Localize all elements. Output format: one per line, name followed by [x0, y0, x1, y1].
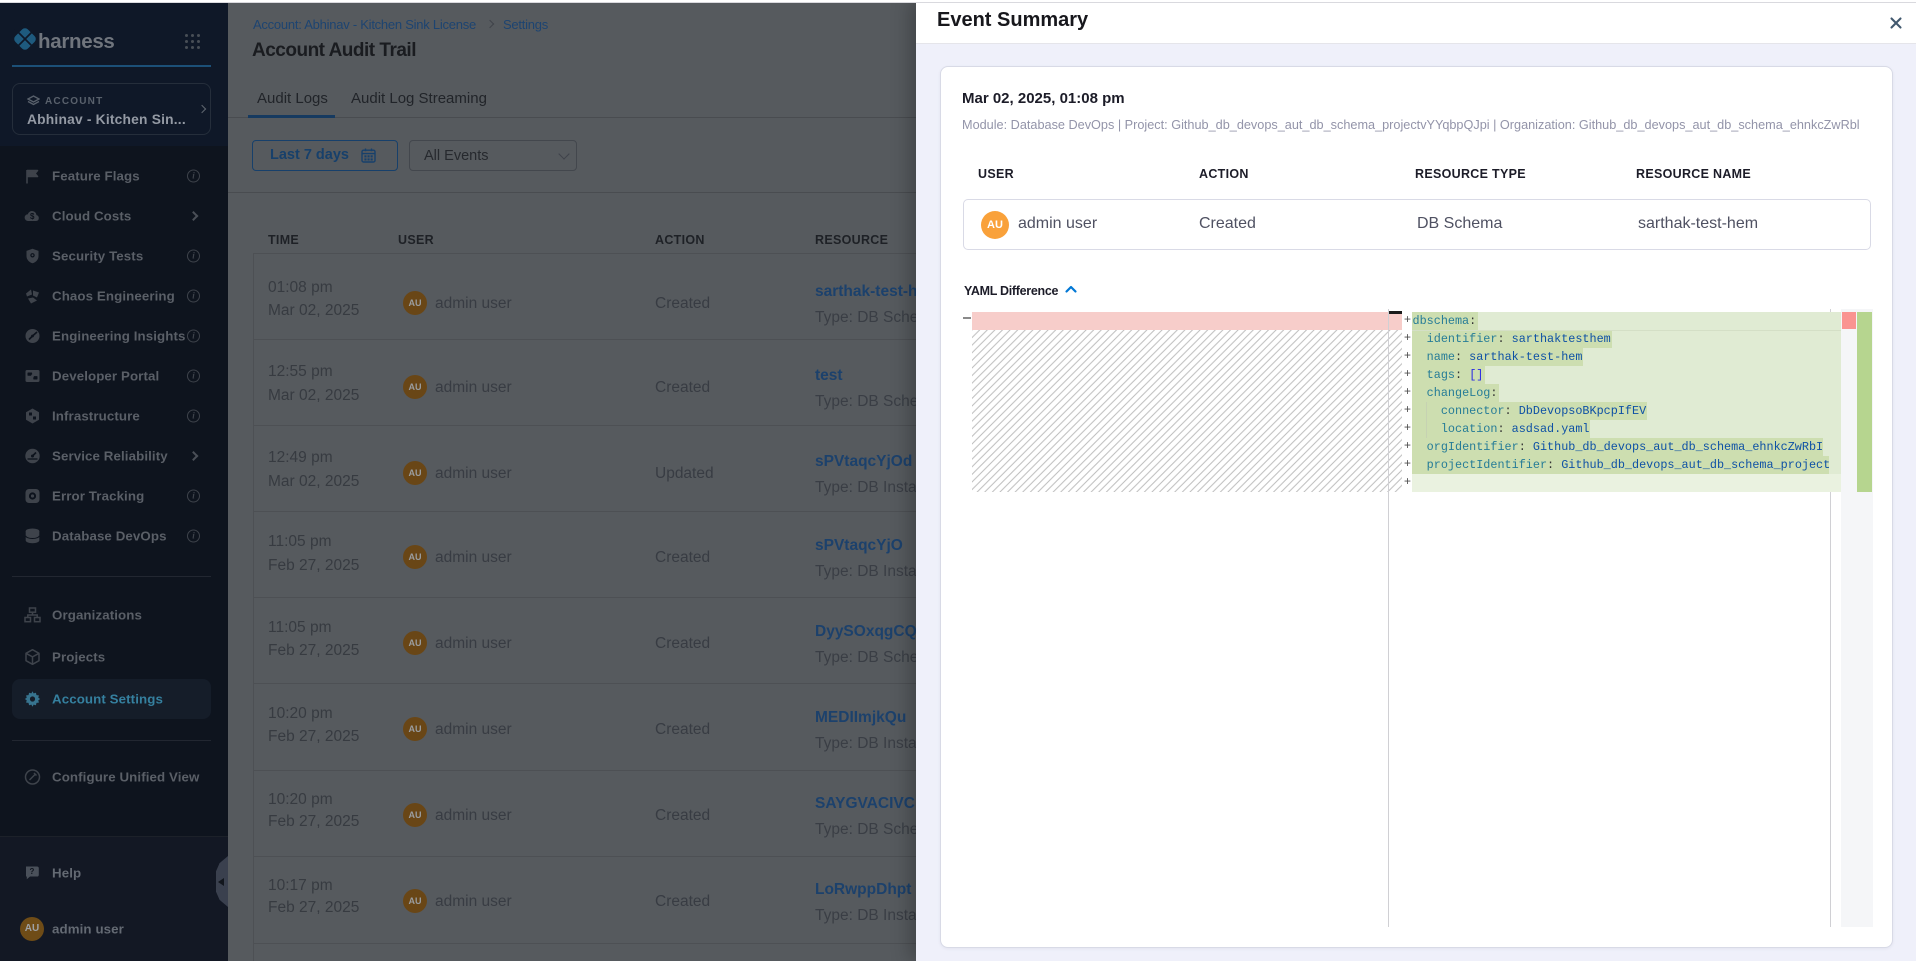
svg-text:$: $	[30, 212, 35, 221]
svg-text:?: ?	[30, 867, 35, 876]
